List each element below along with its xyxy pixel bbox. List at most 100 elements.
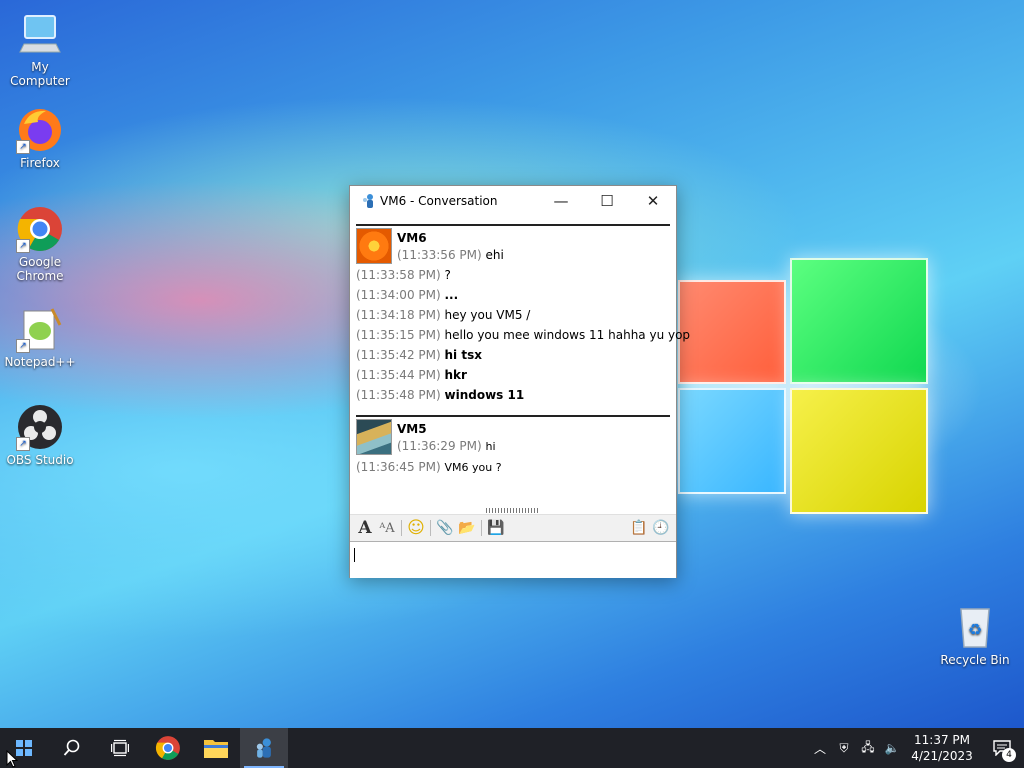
clock-date: 4/21/2023 [911, 749, 973, 763]
desktop-icon-label: Google Chrome [16, 255, 64, 283]
message-text: ? [444, 268, 451, 282]
message-timestamp: (11:35:48 PM) [356, 388, 441, 402]
firefox-icon: ↗ [16, 106, 64, 154]
attach-file-icon[interactable]: 📎 [434, 518, 456, 538]
computer-icon [16, 10, 64, 58]
window-titlebar[interactable]: VM6 - Conversation — ☐ ✕ [350, 186, 676, 216]
task-view-icon [111, 739, 129, 757]
message-block-header: VM5 (11:36:29 PM) hi [356, 417, 670, 457]
send-files-icon[interactable]: 📂 [456, 518, 478, 538]
notification-center-button[interactable]: 4 [980, 728, 1024, 768]
format-toolbar: A ᴬA ☺ 📎 📂 💾 📋 🕘 [350, 514, 676, 541]
taskbar-file-explorer[interactable] [192, 728, 240, 768]
splitter-handle[interactable] [486, 508, 540, 513]
desktop-icon-label: Recycle Bin [940, 653, 1010, 667]
network-icon[interactable]: 🖧 [856, 738, 880, 759]
conversation-window[interactable]: VM6 - Conversation — ☐ ✕ VM6 (11:33:56 P… [349, 185, 690, 578]
taskbar: ︿ ⛨ 🖧 🔈 11:37 PM 4/21/2023 4 [0, 728, 1024, 768]
text-caret [354, 548, 355, 562]
message-text: hello you mee windows 11 hahha yu yop [444, 328, 691, 342]
messenger-app-icon [256, 738, 271, 758]
avatar [356, 419, 392, 455]
text-style-button[interactable]: ᴬA [376, 518, 398, 538]
message-block-header: VM6 (11:33:56 PM) ehi [356, 226, 670, 265]
svg-text:♻: ♻ [968, 620, 982, 639]
search-button[interactable] [48, 728, 96, 768]
notepad-plus-plus-icon: ↗ [16, 305, 64, 353]
conversation-history[interactable]: VM6 (11:33:56 PM) ehi (11:33:58 PM) ? (1… [356, 224, 690, 502]
obs-studio-icon: ↗ [16, 403, 64, 451]
task-view-button[interactable] [96, 728, 144, 768]
sender-name: VM6 [397, 231, 427, 245]
shortcut-arrow-icon: ↗ [16, 239, 30, 253]
recycle-bin-icon: ♻ [951, 603, 999, 651]
avatar [356, 228, 392, 264]
message-line: (11:33:58 PM) ? [356, 265, 670, 285]
desktop-icon-my-computer[interactable]: My Computer [0, 10, 80, 88]
message-line: (11:35:44 PM) hkr [356, 365, 670, 385]
minimize-button[interactable]: — [538, 186, 584, 216]
message-line: (11:34:18 PM) hey you VM5 / [356, 305, 670, 325]
copy-icon[interactable]: 📋 [628, 518, 650, 538]
message-text: VM6 you ? [444, 461, 502, 474]
message-timestamp: (11:36:29 PM) [397, 439, 482, 453]
volume-icon[interactable]: 🔈 [880, 741, 904, 755]
message-line: (11:34:00 PM) ... [356, 285, 670, 305]
chrome-icon [155, 736, 180, 760]
windows-start-icon [16, 740, 32, 756]
taskbar-chrome[interactable] [144, 728, 192, 768]
message-timestamp: (11:33:58 PM) [356, 268, 441, 282]
message-timestamp: (11:33:56 PM) [397, 248, 482, 262]
message-timestamp: (11:34:18 PM) [356, 308, 441, 322]
shortcut-arrow-icon: ↗ [16, 140, 30, 154]
message-text: ehi [485, 248, 504, 262]
chevron-up-icon[interactable]: ︿ [808, 740, 832, 757]
message-timestamp: (11:35:15 PM) [356, 328, 441, 342]
desktop-icon-label: Notepad++ [4, 355, 76, 369]
messenger-app-icon [363, 194, 373, 208]
window-title: VM6 - Conversation [380, 194, 498, 208]
message-timestamp: (11:34:00 PM) [356, 288, 441, 302]
message-line: (11:35:48 PM) windows 11 [356, 385, 670, 405]
close-button[interactable]: ✕ [630, 186, 676, 216]
sender-name: VM5 [397, 422, 427, 436]
message-timestamp: (11:36:45 PM) [356, 460, 441, 474]
message-line: (11:35:42 PM) hi tsx [356, 345, 670, 365]
mouse-cursor-icon [6, 750, 18, 768]
desktop-icon-google-chrome[interactable]: ↗ Google Chrome [0, 205, 80, 283]
desktop-icon-label: My Computer [10, 60, 70, 88]
clock-time: 11:37 PM [914, 733, 970, 747]
maximize-button[interactable]: ☐ [584, 186, 630, 216]
save-icon[interactable]: 💾 [485, 518, 507, 538]
message-text: ... [444, 288, 459, 302]
folder-icon [204, 740, 228, 758]
message-text: hkr [444, 368, 467, 382]
security-shield-icon[interactable]: ⛨ [832, 741, 856, 756]
message-text: hi [485, 440, 496, 453]
desktop-icon-firefox[interactable]: ↗ Firefox [0, 106, 80, 170]
message-text: windows 11 [444, 388, 525, 402]
notification-count-badge: 4 [1002, 748, 1016, 762]
history-icon[interactable]: 🕘 [650, 518, 672, 538]
system-tray: ︿ ⛨ 🖧 🔈 11:37 PM 4/21/2023 4 [808, 728, 1024, 768]
wallpaper-windows-logo [678, 258, 928, 514]
message-timestamp: (11:35:42 PM) [356, 348, 441, 362]
shortcut-arrow-icon: ↗ [16, 437, 30, 451]
desktop-icon-label: Firefox [20, 156, 60, 170]
message-input[interactable] [350, 541, 676, 578]
desktop-icon-notepad-plus-plus[interactable]: ↗ Notepad++ [0, 305, 80, 369]
search-icon [63, 739, 80, 756]
clock[interactable]: 11:37 PM 4/21/2023 [904, 732, 980, 764]
taskbar-messenger[interactable] [240, 728, 288, 768]
message-line: (11:35:15 PM) hello you mee windows 11 h… [356, 325, 690, 345]
message-text: hey you VM5 / [444, 308, 531, 322]
chrome-icon: ↗ [16, 205, 64, 253]
shortcut-arrow-icon: ↗ [16, 339, 30, 353]
desktop-icon-obs-studio[interactable]: ↗ OBS Studio [0, 403, 80, 467]
message-line: (11:36:45 PM) VM6 you ? [356, 457, 670, 478]
desktop-icon-recycle-bin[interactable]: ♻ Recycle Bin [935, 603, 1015, 667]
smiley-icon[interactable]: ☺ [405, 518, 427, 538]
font-button[interactable]: A [354, 518, 376, 538]
desktop-icon-label: OBS Studio [6, 453, 74, 467]
message-timestamp: (11:35:44 PM) [356, 368, 441, 382]
